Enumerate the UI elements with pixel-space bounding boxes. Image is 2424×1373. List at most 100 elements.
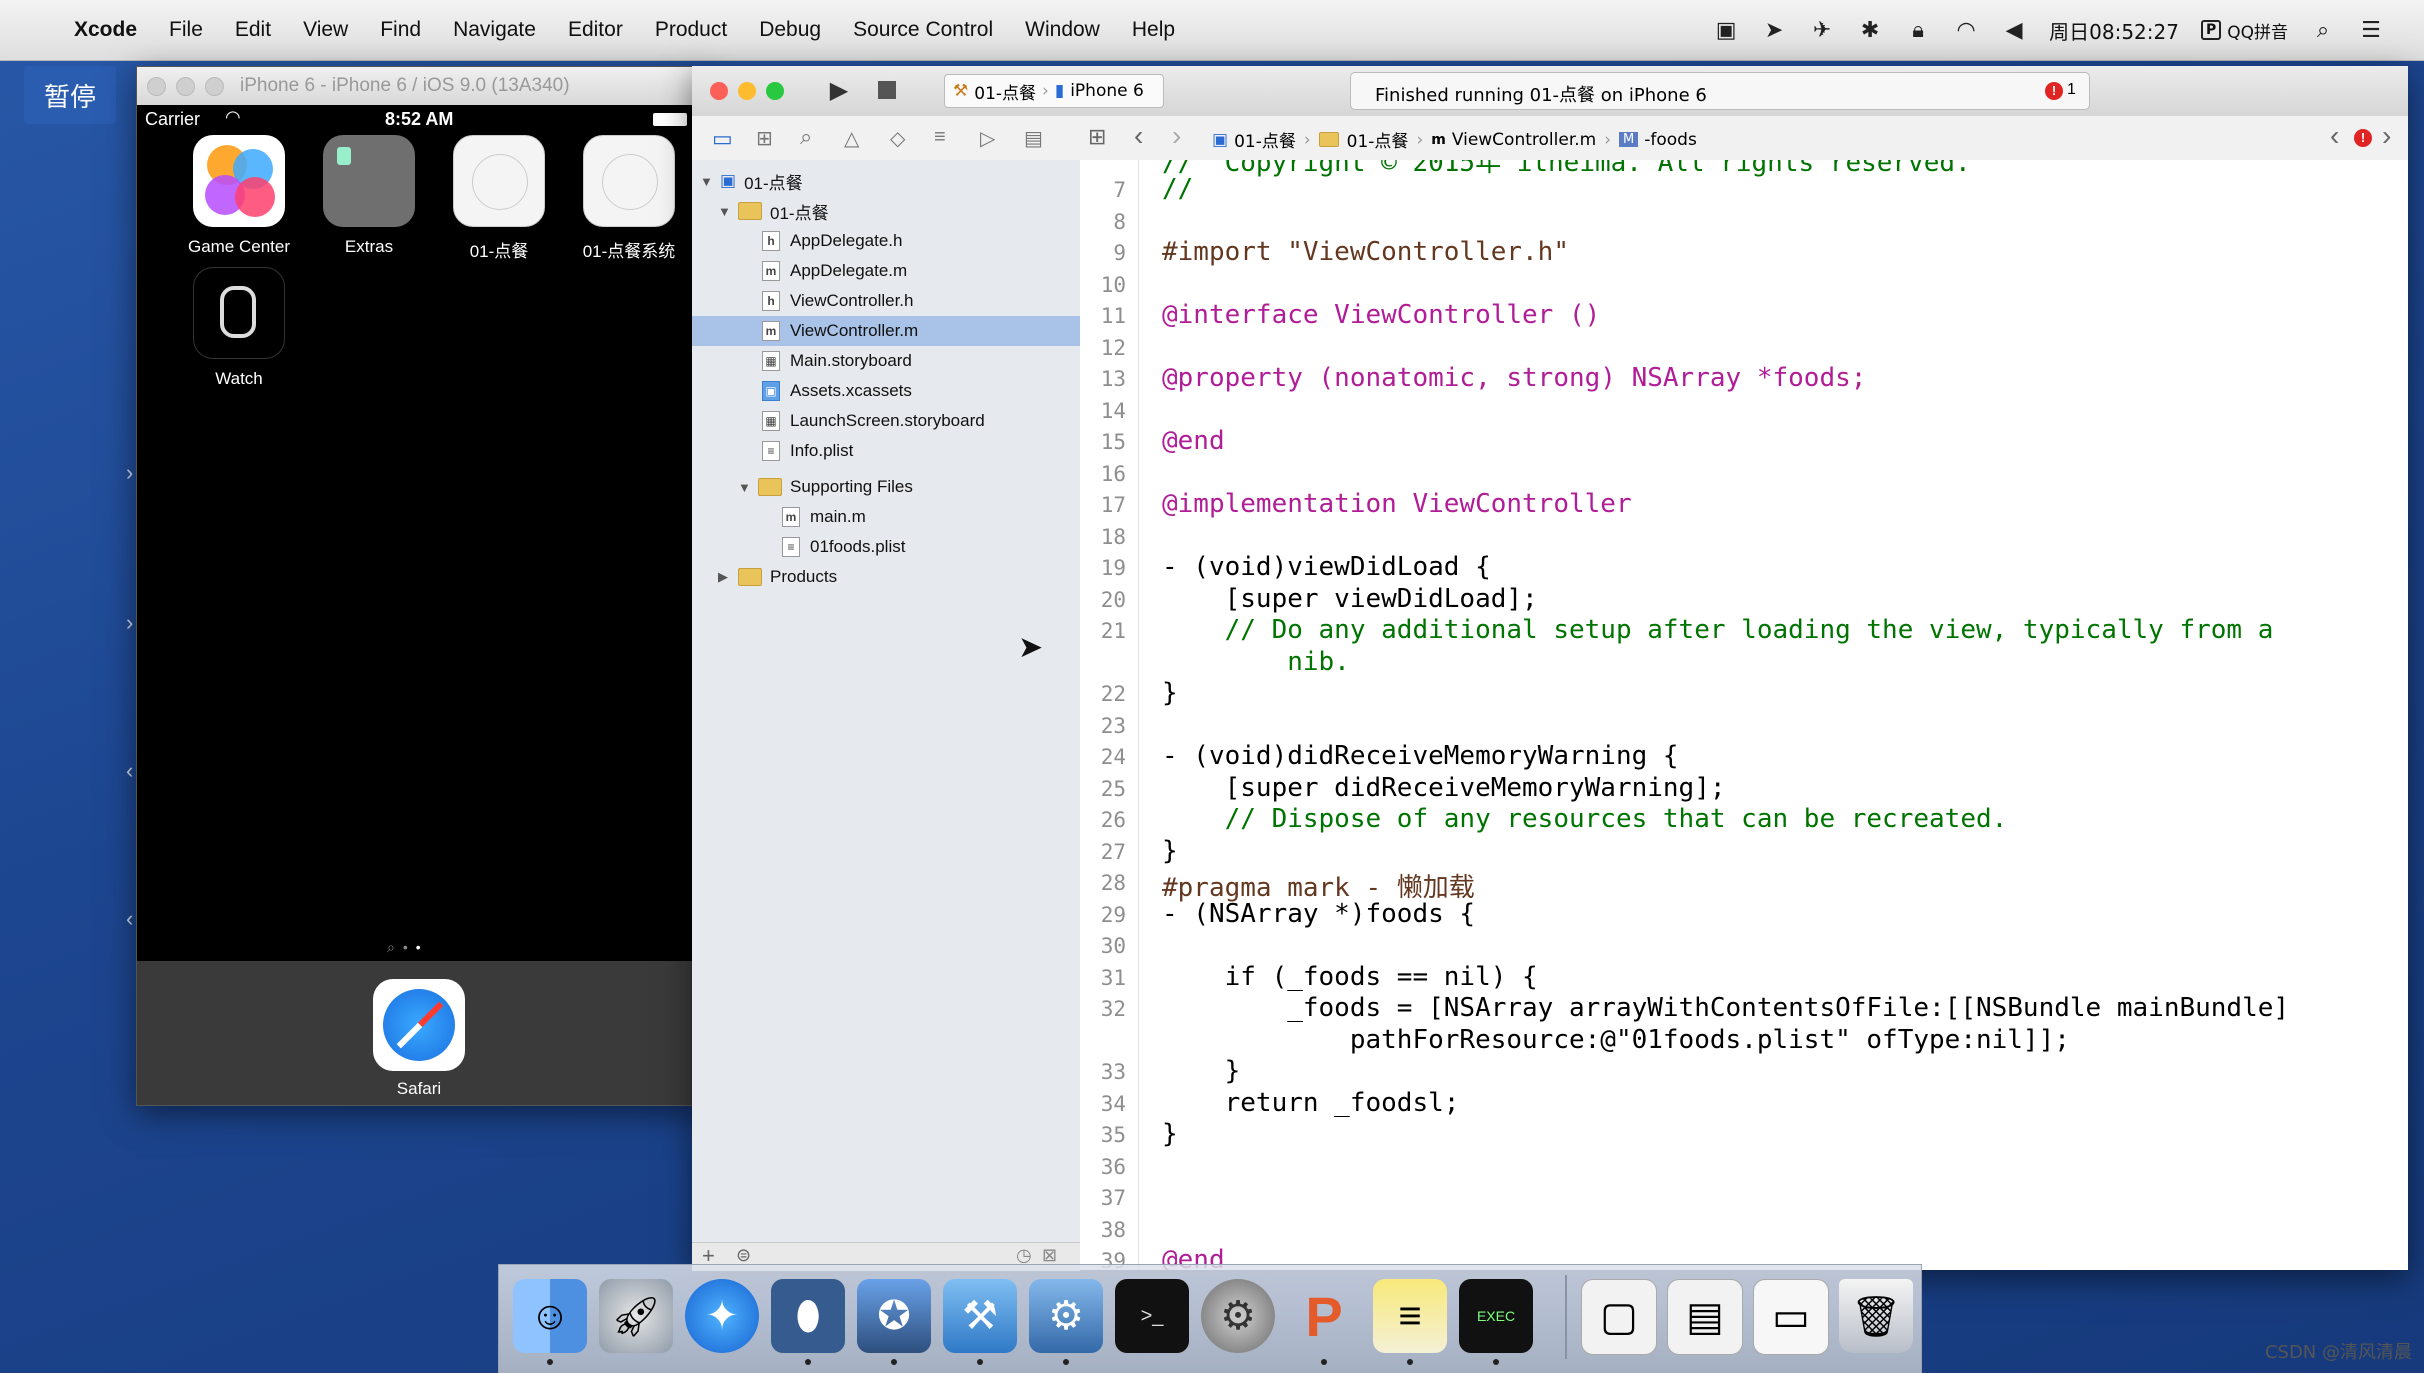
jump-bar-group[interactable]: 01-点餐 — [1347, 127, 1409, 152]
app-safari[interactable]: Safari — [351, 979, 487, 1099]
report-navigator-icon[interactable]: ▤ — [1024, 126, 1043, 151]
chevron-left-icon[interactable]: ‹ — [126, 906, 133, 932]
app-01-ordering-system[interactable]: 01-点餐系统 — [564, 135, 694, 262]
screen-record-icon[interactable]: ▣ — [1713, 17, 1739, 43]
menu-debug[interactable]: Debug — [743, 18, 837, 42]
menu-window[interactable]: Window — [1009, 18, 1116, 42]
filter-icon[interactable]: ⊜ — [736, 1245, 751, 1266]
tree-row-project[interactable]: ▼ ▣ 01-点餐 — [700, 166, 803, 196]
tree-row-file[interactable]: m AppDelegate.m — [762, 256, 907, 286]
app-watch[interactable]: Watch — [174, 267, 304, 389]
menu-product[interactable]: Product — [639, 18, 743, 42]
mouse-icon[interactable]: ⬮ — [771, 1279, 845, 1353]
menu-source-control[interactable]: Source Control — [837, 18, 1009, 42]
disclosure-closed-icon[interactable]: ▶ — [718, 569, 732, 585]
imovie-icon[interactable]: ✪ — [857, 1279, 931, 1353]
chevron-right-icon[interactable]: › — [126, 460, 133, 486]
menu-file[interactable]: File — [153, 18, 219, 42]
app-01-ordering[interactable]: 01-点餐 — [434, 135, 564, 262]
location-icon[interactable]: ➤ — [1761, 17, 1787, 43]
error-icon[interactable]: ! — [2045, 82, 2063, 100]
chevron-right-icon[interactable]: › — [126, 610, 133, 636]
bluetooth-icon[interactable]: ✱ — [1857, 17, 1883, 43]
input-method[interactable]: P QQ拼音 — [2200, 18, 2288, 43]
symbol-navigator-icon[interactable]: ⊞ — [756, 126, 773, 151]
related-items-icon[interactable]: ⊞ — [1088, 124, 1106, 150]
next-issue-icon[interactable]: › — [2382, 120, 2391, 152]
tree-row-file[interactable]: ≡ 01foods.plist — [782, 532, 905, 562]
minimize-window-icon[interactable] — [176, 76, 195, 96]
menu-view[interactable]: View — [287, 18, 364, 42]
source-editor[interactable]: 7 8 9 10 11 12 13 14 15 16 17 18 19 20 21 22 23 24 25 26 27 2… — [1080, 160, 2408, 1270]
menu-clock[interactable]: 周日08:52:27 — [2049, 16, 2179, 45]
lock-icon[interactable]: 🔒︎ — [1905, 17, 1931, 43]
tree-row-file[interactable]: h ViewController.h — [762, 286, 913, 316]
launchpad-icon[interactable]: 🚀︎ — [599, 1279, 673, 1353]
menu-help[interactable]: Help — [1116, 18, 1191, 42]
run-button[interactable]: ▶ — [822, 74, 856, 106]
jump-bar-project[interactable]: 01-点餐 — [1234, 127, 1296, 152]
disclosure-open-icon[interactable]: ▼ — [738, 480, 752, 495]
project-navigator-icon[interactable]: ▭ — [712, 126, 733, 152]
tree-row-file[interactable]: m main.m — [782, 502, 866, 532]
issue-indicator-icon[interactable]: ! — [2354, 129, 2372, 147]
trash-icon[interactable]: 🗑︎ — [1839, 1279, 1913, 1353]
menu-navigate[interactable]: Navigate — [437, 18, 552, 42]
screenshot-icon[interactable]: ▤ — [1667, 1279, 1743, 1355]
tree-row-file[interactable]: h AppDelegate.h — [762, 226, 902, 256]
notes-icon[interactable]: ≡ — [1373, 1279, 1447, 1353]
zoom-window-icon[interactable] — [205, 76, 224, 96]
tree-row-file[interactable]: ▦ LaunchScreen.storyboard — [762, 406, 985, 436]
stop-button[interactable] — [870, 74, 904, 106]
app-game-center[interactable]: Game Center — [174, 135, 304, 257]
system-preferences-icon[interactable]: ⚙ — [1201, 1279, 1275, 1353]
forward-arrow-icon[interactable]: › — [1172, 120, 1181, 152]
volume-icon[interactable]: ◀ — [2001, 17, 2027, 43]
scm-filter-icon[interactable]: ⊠ — [1042, 1245, 1057, 1266]
safari-icon[interactable]: ✦ — [685, 1279, 759, 1353]
breakpoint-navigator-icon[interactable]: ▷ — [980, 126, 995, 151]
jump-bar-file[interactable]: ViewController.m — [1452, 130, 1596, 150]
chevron-left-icon[interactable]: ‹ — [126, 758, 133, 784]
instruments-icon[interactable]: ⚙ — [1029, 1279, 1103, 1353]
zoom-window-icon[interactable] — [766, 82, 784, 100]
notification-center-icon[interactable]: ☰ — [2358, 17, 2384, 43]
minimize-window-icon[interactable] — [738, 82, 756, 100]
back-arrow-icon[interactable]: ‹ — [1134, 120, 1143, 152]
xcode-icon[interactable]: ⚒ — [943, 1279, 1017, 1353]
close-window-icon[interactable] — [147, 76, 166, 96]
tree-row-file[interactable]: m ViewController.m — [692, 316, 1080, 346]
tree-row-file[interactable]: ▣ Assets.xcassets — [762, 376, 912, 406]
tree-row-group[interactable]: ▼ 01-点餐 — [718, 196, 829, 226]
spotlight-search-icon[interactable]: ⌕ — [2310, 17, 2336, 43]
powerpoint-icon[interactable]: P — [1287, 1279, 1361, 1353]
console-icon[interactable]: EXEC — [1459, 1279, 1533, 1353]
menu-editor[interactable]: Editor — [552, 18, 639, 42]
previous-issue-icon[interactable]: ‹ — [2330, 120, 2339, 152]
menu-find[interactable]: Find — [364, 18, 437, 42]
preview-icon[interactable]: ▢ — [1581, 1279, 1657, 1355]
menu-edit[interactable]: Edit — [219, 18, 287, 42]
tree-row-file[interactable]: ▦ Main.storyboard — [762, 346, 912, 376]
tree-row-file[interactable]: ≡ Info.plist — [762, 436, 853, 466]
wifi-icon[interactable]: ◠ — [1953, 17, 1979, 43]
tree-row-supporting-files[interactable]: ▼ Supporting Files — [738, 472, 913, 502]
disclosure-open-icon[interactable]: ▼ — [700, 174, 714, 189]
debug-navigator-icon[interactable]: ≡ — [934, 126, 946, 149]
menu-app-name[interactable]: Xcode — [58, 18, 153, 42]
issue-navigator-icon[interactable]: △ — [844, 126, 859, 151]
pause-badge[interactable]: 暂停 — [24, 66, 116, 124]
window-icon[interactable]: ▭ — [1753, 1279, 1829, 1355]
scheme-selector[interactable]: ⚒ 01-点餐 › ▮ iPhone 6 — [944, 74, 1164, 108]
disclosure-open-icon[interactable]: ▼ — [718, 204, 732, 219]
tree-row-products[interactable]: ▶ Products — [718, 562, 837, 592]
airplane-icon[interactable]: ✈ — [1809, 17, 1835, 43]
jump-bar-method[interactable]: -foods — [1644, 130, 1697, 150]
finder-icon[interactable]: ☺ — [513, 1279, 587, 1353]
find-navigator-icon[interactable]: ⌕ — [800, 124, 812, 150]
recent-files-icon[interactable]: ◷ — [1016, 1245, 1032, 1266]
terminal-icon[interactable]: >_ — [1115, 1279, 1189, 1353]
app-extras[interactable]: Extras — [304, 135, 434, 257]
test-navigator-icon[interactable]: ◇ — [890, 126, 905, 151]
close-window-icon[interactable] — [710, 82, 728, 100]
